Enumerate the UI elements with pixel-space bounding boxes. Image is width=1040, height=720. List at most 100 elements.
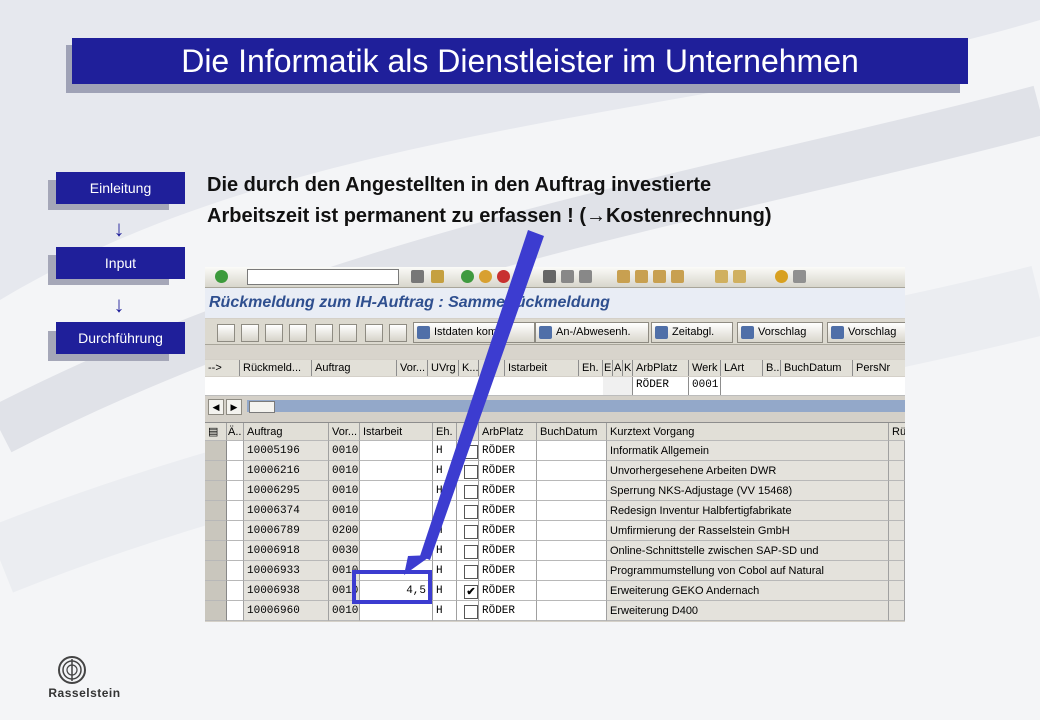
horizontal-scrollbar[interactable]: [247, 400, 905, 413]
row-selector[interactable]: [205, 521, 227, 541]
checkbox[interactable]: [464, 545, 478, 559]
endrueckmeldung-checkbox-cell[interactable]: [457, 541, 479, 561]
einheit-cell[interactable]: H: [433, 541, 457, 561]
grid-col-header[interactable]: ArbPlatz: [479, 423, 537, 441]
checkbox[interactable]: [464, 465, 478, 479]
help-icon[interactable]: [775, 270, 788, 283]
change-cell[interactable]: [227, 601, 244, 621]
istarbeit-input[interactable]: [360, 601, 433, 621]
werk-field[interactable]: 0001: [689, 377, 721, 395]
sort-icon[interactable]: [265, 324, 283, 342]
buchdatum-cell[interactable]: [537, 481, 607, 501]
istarbeit-input[interactable]: [360, 461, 433, 481]
arbplatz-cell[interactable]: RÖDER: [479, 461, 537, 481]
next-page-icon[interactable]: [653, 270, 666, 283]
abwesenheit-button[interactable]: An-/Abwesenh.: [535, 322, 649, 343]
command-field[interactable]: [247, 269, 399, 285]
buchdatum-cell[interactable]: [537, 501, 607, 521]
change-cell[interactable]: [227, 521, 244, 541]
grid-col-header[interactable]: ...: [457, 423, 479, 441]
copy-icon[interactable]: [241, 324, 259, 342]
zeitabgleich-button[interactable]: Zeitabgl.: [651, 322, 733, 343]
last-page-icon[interactable]: [671, 270, 684, 283]
checkbox[interactable]: [464, 485, 478, 499]
change-cell[interactable]: [227, 501, 244, 521]
checkbox[interactable]: [464, 565, 478, 579]
buchdatum-cell[interactable]: [537, 601, 607, 621]
find-next-icon[interactable]: [579, 270, 592, 283]
endrueckmeldung-checkbox-cell[interactable]: [457, 481, 479, 501]
endrueckmeldung-checkbox-cell[interactable]: [457, 601, 479, 621]
istarbeit-input[interactable]: [360, 501, 433, 521]
arbplatz-cell[interactable]: RÖDER: [479, 581, 537, 601]
arbplatz-cell[interactable]: RÖDER: [479, 541, 537, 561]
row-selector[interactable]: [205, 461, 227, 481]
arbplatz-field[interactable]: RÖDER: [633, 377, 689, 395]
previous-page-icon[interactable]: [635, 270, 648, 283]
einheit-cell[interactable]: H: [433, 461, 457, 481]
row-selector[interactable]: [205, 501, 227, 521]
layout-menu-icon[interactable]: [793, 270, 806, 283]
grid-col-header[interactable]: Rü: [889, 423, 905, 441]
print-icon[interactable]: [543, 270, 556, 283]
istarbeit-input[interactable]: [360, 521, 433, 541]
table-row[interactable]: 10006918 0030 H RÖDER Online-Schnittstelle z…: [205, 541, 905, 561]
row-selector[interactable]: [205, 541, 227, 561]
detail-icon[interactable]: [217, 324, 235, 342]
exit-icon[interactable]: [479, 270, 492, 283]
grid-col-header[interactable]: Auftrag: [244, 423, 329, 441]
vorschlag-button-2[interactable]: Vorschlag: [827, 322, 905, 343]
arbplatz-cell[interactable]: RÖDER: [479, 501, 537, 521]
grid-col-header[interactable]: Kurztext Vorgang: [607, 423, 889, 441]
buchdatum-cell[interactable]: [537, 461, 607, 481]
arbplatz-cell[interactable]: RÖDER: [479, 561, 537, 581]
istarbeit-input[interactable]: [360, 441, 433, 461]
arbplatz-cell[interactable]: RÖDER: [479, 521, 537, 541]
grid-settings-icon[interactable]: ▤: [205, 423, 227, 441]
insert-row-icon[interactable]: [315, 324, 333, 342]
table-row[interactable]: 10006938 0010 4,5 H ✔ RÖDER Erweiterung GEKO A…: [205, 581, 905, 601]
istarbeit-input[interactable]: [360, 541, 433, 561]
checkbox[interactable]: [464, 605, 478, 619]
eak-field[interactable]: [603, 377, 633, 395]
einheit-cell[interactable]: H: [433, 501, 457, 521]
change-cell[interactable]: [227, 581, 244, 601]
change-cell[interactable]: [227, 441, 244, 461]
grid-col-header[interactable]: Vor...: [329, 423, 360, 441]
endrueckmeldung-checkbox-cell[interactable]: [457, 441, 479, 461]
select-icon[interactable]: [365, 324, 383, 342]
endrueckmeldung-checkbox-cell[interactable]: [457, 561, 479, 581]
find-icon[interactable]: [561, 270, 574, 283]
delete-row-icon[interactable]: [339, 324, 357, 342]
change-cell[interactable]: [227, 481, 244, 501]
cancel-icon[interactable]: [497, 270, 510, 283]
arbplatz-cell[interactable]: RÖDER: [479, 481, 537, 501]
nav-input[interactable]: Input: [56, 247, 185, 279]
einheit-cell[interactable]: H: [433, 481, 457, 501]
buchdatum-cell[interactable]: [537, 541, 607, 561]
checkbox[interactable]: ✔: [464, 585, 478, 599]
scroll-left-icon[interactable]: ◀: [208, 399, 224, 415]
table-row[interactable]: 10006960 0010 H RÖDER Erweiterung D400: [205, 601, 905, 621]
enter-icon[interactable]: [215, 270, 228, 283]
grid-col-header[interactable]: Ä..: [227, 423, 244, 441]
buchdatum-cell[interactable]: [537, 561, 607, 581]
save-icon[interactable]: [431, 270, 444, 283]
row-selector[interactable]: [205, 561, 227, 581]
shortcut-icon[interactable]: [733, 270, 746, 283]
back-icon[interactable]: [461, 270, 474, 283]
endrueckmeldung-checkbox-cell[interactable]: [457, 521, 479, 541]
einheit-cell[interactable]: H: [433, 441, 457, 461]
einheit-cell[interactable]: H: [433, 581, 457, 601]
arbplatz-cell[interactable]: RÖDER: [479, 601, 537, 621]
buchdatum-cell[interactable]: [537, 521, 607, 541]
nav-einleitung[interactable]: Einleitung: [56, 172, 185, 204]
checkbox[interactable]: [464, 505, 478, 519]
endrueckmeldung-checkbox-cell[interactable]: [457, 461, 479, 481]
change-cell[interactable]: [227, 541, 244, 561]
settings-icon[interactable]: [389, 324, 407, 342]
grid-col-header[interactable]: Eh.: [433, 423, 457, 441]
table-row[interactable]: 10006933 0010 H RÖDER Programmumstellung von…: [205, 561, 905, 581]
checkbox[interactable]: [464, 525, 478, 539]
einheit-cell[interactable]: H: [433, 521, 457, 541]
